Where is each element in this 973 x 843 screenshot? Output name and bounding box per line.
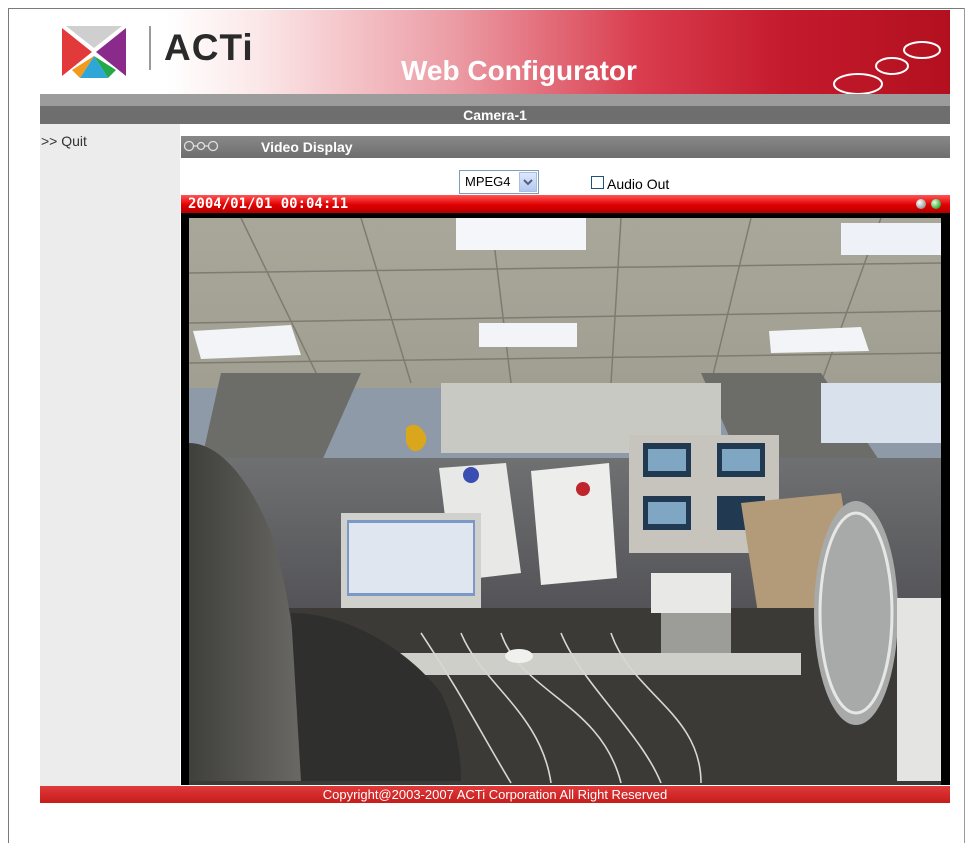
logo-text: ACTi [164, 27, 254, 68]
video-timestamp: 2004/01/01 00:04:11 [188, 196, 349, 212]
header-banner: ACTi Web Configurator [40, 10, 950, 94]
rings-decoration-icon [833, 41, 941, 94]
codec-dropdown-button[interactable] [519, 172, 537, 192]
audio-out-label: Audio Out [607, 176, 670, 192]
codec-selected-value: MPEG4 [465, 174, 511, 189]
codec-select[interactable]: MPEG4 [459, 170, 539, 194]
video-display[interactable] [181, 213, 950, 785]
footer: Copyright@2003-2007 ACTi Corporation All… [40, 786, 950, 803]
audio-out-checkbox[interactable] [591, 176, 604, 189]
video-titlebar: 2004/01/01 00:04:11 [181, 195, 950, 213]
camera-feed-image [181, 213, 950, 785]
quit-link[interactable]: >> Quit [41, 133, 87, 149]
chevron-down-icon [523, 179, 533, 186]
status-indicator-green-icon [931, 199, 941, 209]
page-title: Web Configurator [401, 55, 637, 86]
section-title: Video Display [261, 139, 353, 155]
acti-logo-icon [62, 26, 126, 78]
copyright-text: Copyright@2003-2007 ACTi Corporation All… [322, 787, 668, 802]
sidebar: >> Quit [40, 124, 180, 786]
window-border-right [964, 8, 965, 843]
camera-name: Camera-1 [463, 107, 527, 123]
section-header: Video Display [181, 136, 950, 158]
camera-bar: Camera-1 [40, 94, 950, 124]
logo-divider [149, 26, 151, 70]
status-indicator-gray-icon [916, 199, 926, 209]
rings-icon [183, 140, 219, 152]
window-border-top [8, 8, 965, 9]
window-border-left [8, 8, 9, 843]
